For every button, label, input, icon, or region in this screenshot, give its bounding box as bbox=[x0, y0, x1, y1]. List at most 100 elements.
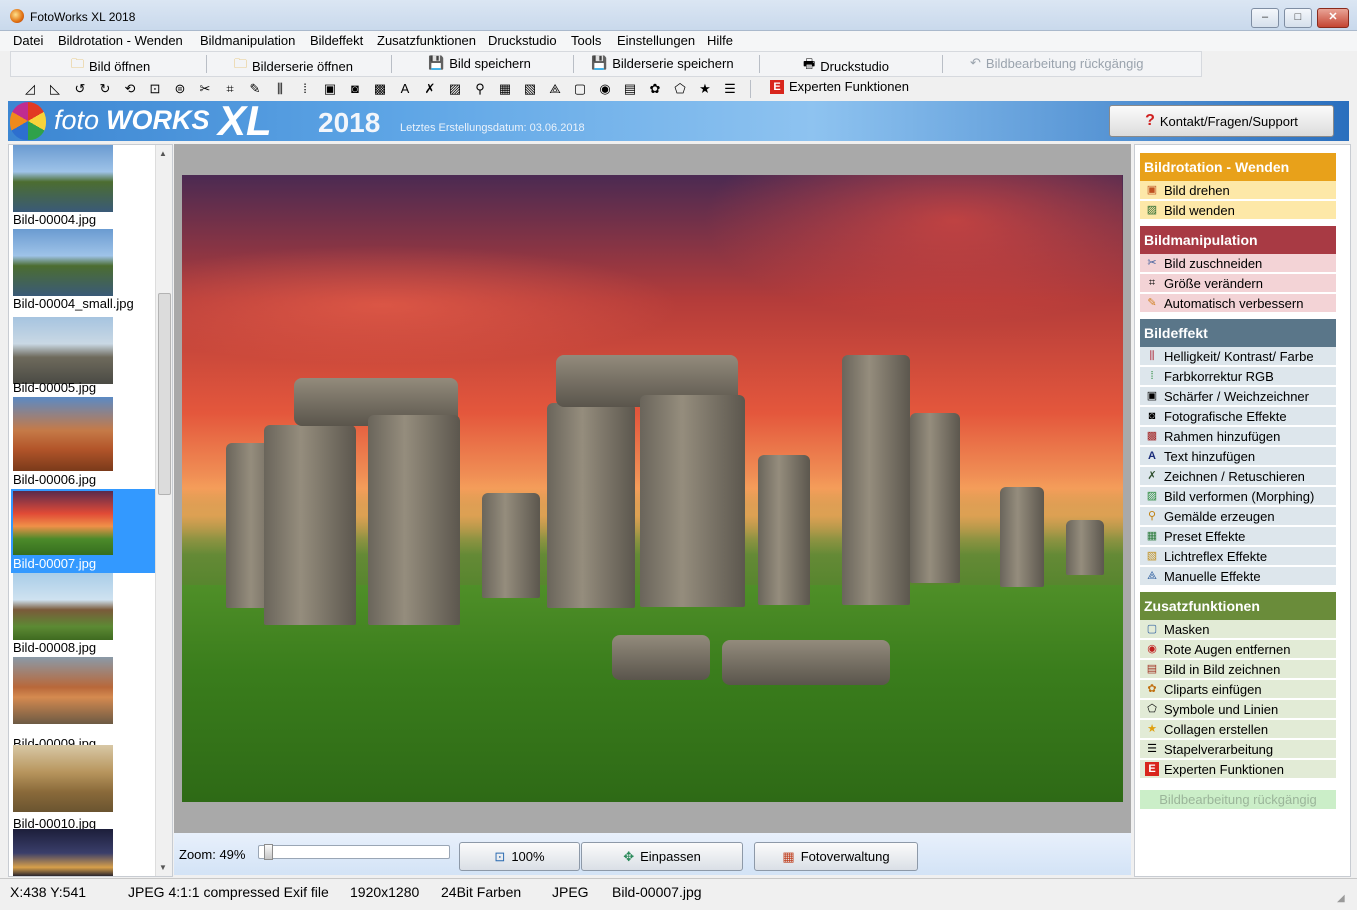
thumbnail-item[interactable]: Bild-00009.jpg bbox=[11, 657, 155, 751]
manual-effects-icon[interactable]: ⟁ bbox=[547, 81, 563, 97]
main-photo[interactable] bbox=[182, 175, 1123, 802]
painting-icon[interactable]: ⚲ bbox=[472, 81, 488, 97]
photo-management-button[interactable]: ▦ Fotoverwaltung bbox=[754, 842, 918, 871]
save-series-button[interactable]: 💾 Bilderserie speichern bbox=[591, 55, 734, 71]
close-button[interactable]: ✕ bbox=[1317, 8, 1349, 28]
thumbnail-item[interactable]: Bild-00004.jpg bbox=[11, 145, 155, 229]
item-fotografische-effekte[interactable]: ◙ Fotografische Effekte bbox=[1140, 407, 1336, 426]
rotate-ccw-icon[interactable]: ↺ bbox=[72, 81, 88, 97]
item-text[interactable]: A Text hinzufügen bbox=[1140, 447, 1336, 466]
zoom-100-button[interactable]: ⊡ 100% bbox=[459, 842, 580, 871]
scrollbar-thumb[interactable] bbox=[158, 293, 171, 495]
menu-bildrotation[interactable]: Bildrotation - Wenden bbox=[58, 33, 183, 48]
collage-icon[interactable]: ★ bbox=[697, 81, 713, 97]
item-rote-augen[interactable]: ◉ Rote Augen entfernen bbox=[1140, 640, 1336, 659]
clipart-icon[interactable]: ✿ bbox=[647, 81, 663, 97]
section-header-rotation[interactable]: Bildrotation - Wenden bbox=[1140, 153, 1336, 181]
zoom-slider[interactable] bbox=[258, 844, 450, 860]
resize-icon[interactable]: ⌗ bbox=[222, 81, 238, 97]
thumbnail-item[interactable]: Bild-00006.jpg bbox=[11, 397, 155, 489]
resize-grip-icon[interactable]: ◢ bbox=[1337, 893, 1345, 904]
rotate-left-icon[interactable]: ◿ bbox=[22, 81, 38, 97]
rotate-3d-icon[interactable]: ⊜ bbox=[172, 81, 188, 97]
menu-hilfe[interactable]: Hilfe bbox=[707, 33, 733, 48]
brightness-icon[interactable]: ⫼ bbox=[272, 81, 288, 97]
open-series-button[interactable]: 🗀 Bilderserie öffnen bbox=[234, 55, 353, 77]
menu-bildmanipulation[interactable]: Bildmanipulation bbox=[200, 33, 295, 48]
item-bild-zuschneiden[interactable]: ✂ Bild zuschneiden bbox=[1140, 254, 1336, 273]
thumbnail-item[interactable]: Bild-00007.jpg bbox=[11, 489, 155, 573]
item-cliparts[interactable]: ✿ Cliparts einfügen bbox=[1140, 680, 1336, 699]
menu-einstellungen[interactable]: Einstellungen bbox=[617, 33, 695, 48]
scroll-down-icon[interactable]: ▼ bbox=[159, 863, 167, 872]
morph-icon[interactable]: ▨ bbox=[447, 81, 463, 97]
thumbnail-item[interactable]: Bild-00010.jpg bbox=[11, 741, 155, 831]
thumbnail-item[interactable]: Bild-00005.jpg bbox=[11, 313, 155, 397]
scroll-up-icon[interactable]: ▲ bbox=[159, 149, 167, 158]
thumbnail-scrollbar[interactable]: ▲ ▼ bbox=[155, 145, 172, 876]
menu-zusatzfunktionen[interactable]: Zusatzfunktionen bbox=[377, 33, 476, 48]
item-stapelverarbeitung[interactable]: ☰ Stapelverarbeitung bbox=[1140, 740, 1336, 759]
thumbnail-item[interactable]: Bild-00004_small.jpg bbox=[11, 229, 155, 313]
menu-druckstudio[interactable]: Druckstudio bbox=[488, 33, 557, 48]
item-masken[interactable]: ▢ Masken bbox=[1140, 620, 1336, 639]
fit-button[interactable]: ✥ Einpassen bbox=[581, 842, 743, 871]
item-automatisch-verbessern[interactable]: ✎ Automatisch verbessern bbox=[1140, 294, 1336, 313]
picture-in-picture-icon[interactable]: ▤ bbox=[622, 81, 638, 97]
print-studio-button[interactable]: 🖶 Druckstudio bbox=[803, 55, 889, 77]
balloon-logo-icon bbox=[10, 102, 46, 140]
red-eye-icon[interactable]: ◉ bbox=[597, 81, 613, 97]
support-button[interactable]: ? Kontakt/Fragen/Support bbox=[1109, 105, 1334, 137]
item-bild-in-bild[interactable]: ▤ Bild in Bild zeichnen bbox=[1140, 660, 1336, 679]
menu-tools[interactable]: Tools bbox=[571, 33, 601, 48]
item-manuelle-effekte[interactable]: ⟁ Manuelle Effekte bbox=[1140, 567, 1336, 586]
section-header-extras[interactable]: Zusatzfunktionen bbox=[1140, 592, 1336, 620]
section-header-manipulation[interactable]: Bildmanipulation bbox=[1140, 226, 1336, 254]
item-morphing[interactable]: ▨ Bild verformen (Morphing) bbox=[1140, 487, 1336, 506]
lightflare-icon[interactable]: ▧ bbox=[522, 81, 538, 97]
menu-bildeffekt[interactable]: Bildeffekt bbox=[310, 33, 363, 48]
photo-effects-icon[interactable]: ◙ bbox=[347, 81, 363, 97]
minimize-button[interactable]: – bbox=[1251, 8, 1279, 28]
rotate-free-icon[interactable]: ⟲ bbox=[122, 81, 138, 97]
preset-icon[interactable]: ▦ bbox=[497, 81, 513, 97]
open-image-button[interactable]: 🗀 Bild öffnen bbox=[71, 55, 150, 77]
item-bild-wenden[interactable]: ▨ Bild wenden bbox=[1140, 201, 1336, 220]
mirror-icon[interactable]: ⊡ bbox=[147, 81, 163, 97]
undo-panel-button[interactable]: Bildbearbeitung rückgängig bbox=[1140, 790, 1336, 809]
draw-icon[interactable]: ✗ bbox=[422, 81, 438, 97]
item-experten[interactable]: E Experten Funktionen bbox=[1140, 760, 1336, 779]
frame-icon[interactable]: ▩ bbox=[372, 81, 388, 97]
thumbnail-item[interactable] bbox=[11, 829, 155, 876]
mask-icon[interactable]: ▢ bbox=[572, 81, 588, 97]
item-zeichnen[interactable]: ✗ Zeichnen / Retuschieren bbox=[1140, 467, 1336, 486]
item-collagen[interactable]: ★ Collagen erstellen bbox=[1140, 720, 1336, 739]
section-header-effect[interactable]: Bildeffekt bbox=[1140, 319, 1336, 347]
undo-button[interactable]: ↶ Bildbearbeitung rückgängig bbox=[970, 55, 1143, 71]
save-image-button[interactable]: 💾 Bild speichern bbox=[428, 55, 531, 71]
rotate-cw-icon[interactable]: ↻ bbox=[97, 81, 113, 97]
maximize-button[interactable]: □ bbox=[1284, 8, 1312, 28]
item-groesse-veraendern[interactable]: ⌗ Größe verändern bbox=[1140, 274, 1336, 293]
item-helligkeit[interactable]: ⫼ Helligkeit/ Kontrast/ Farbe bbox=[1140, 347, 1336, 366]
auto-enhance-icon[interactable]: ✎ bbox=[247, 81, 263, 97]
crop-icon[interactable]: ✂ bbox=[197, 81, 213, 97]
menu-datei[interactable]: Datei bbox=[13, 33, 43, 48]
item-rahmen[interactable]: ▩ Rahmen hinzufügen bbox=[1140, 427, 1336, 446]
item-farbkorrektur[interactable]: ⁞ Farbkorrektur RGB bbox=[1140, 367, 1336, 386]
item-schaerfer[interactable]: ▣ Schärfer / Weichzeichner bbox=[1140, 387, 1336, 406]
item-symbole[interactable]: ⬠ Symbole und Linien bbox=[1140, 700, 1336, 719]
item-gemaelde[interactable]: ⚲ Gemälde erzeugen bbox=[1140, 507, 1336, 526]
rgb-icon[interactable]: ⁞ bbox=[297, 81, 313, 97]
item-bild-drehen[interactable]: ▣ Bild drehen bbox=[1140, 181, 1336, 200]
text-icon[interactable]: A bbox=[397, 81, 413, 97]
expert-functions-button[interactable]: E Experten Funktionen bbox=[770, 79, 909, 94]
zoom-slider-knob[interactable] bbox=[264, 844, 273, 860]
thumbnail-item[interactable]: Bild-00008.jpg bbox=[11, 573, 155, 657]
symbols-icon[interactable]: ⬠ bbox=[672, 81, 688, 97]
item-preset-effekte[interactable]: ▦ Preset Effekte bbox=[1140, 527, 1336, 546]
sharpen-icon[interactable]: ▣ bbox=[322, 81, 338, 97]
item-lichtreflex[interactable]: ▧ Lichtreflex Effekte bbox=[1140, 547, 1336, 566]
flip-icon[interactable]: ◺ bbox=[47, 81, 63, 97]
batch-icon[interactable]: ☰ bbox=[722, 81, 738, 97]
